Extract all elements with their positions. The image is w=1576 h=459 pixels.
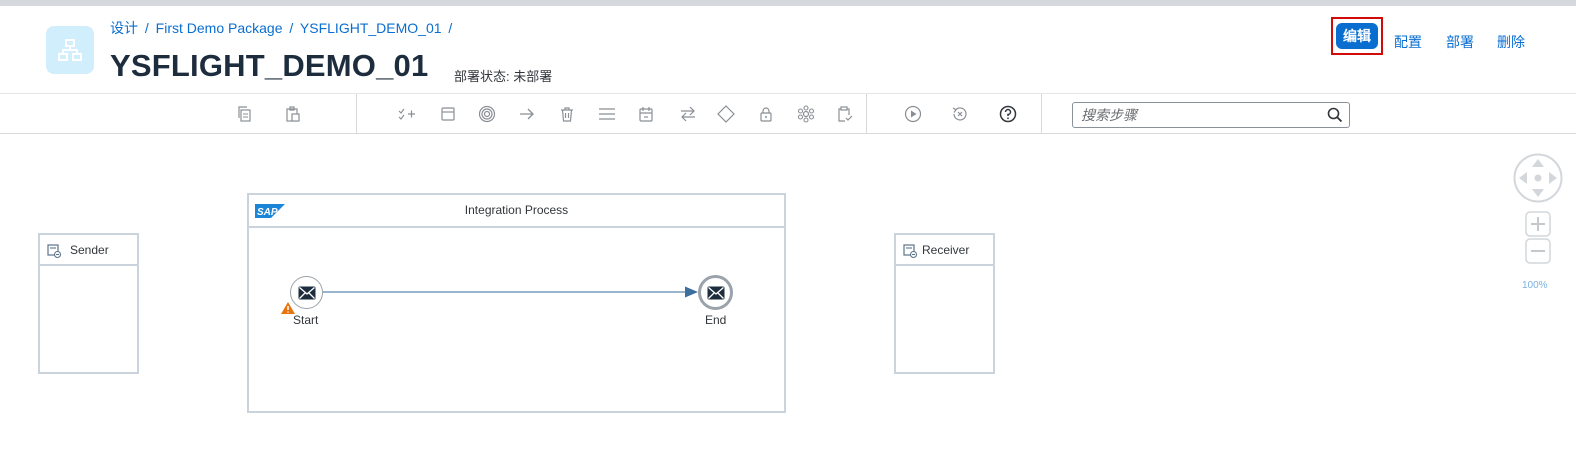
pan-control[interactable] [1513, 153, 1563, 208]
participant-icon [902, 243, 918, 262]
breadcrumb-separator: / [144, 20, 149, 36]
sender-participant[interactable]: Sender [38, 233, 139, 374]
start-label: Start [293, 313, 319, 327]
breadcrumb-separator: / [448, 20, 453, 36]
participant-header: Receiver [896, 235, 993, 266]
header: 设计 / First Demo Package / YSFLIGHT_DEMO_… [0, 6, 1576, 92]
arrow-right-icon[interactable] [517, 104, 537, 124]
zoom-out-button[interactable] [1525, 238, 1551, 269]
delete-button[interactable]: 删除 [1497, 32, 1525, 52]
breadcrumb-separator: / [289, 20, 294, 36]
deploy-button[interactable]: 部署 [1446, 32, 1474, 52]
edit-button[interactable]: 编辑 [1336, 23, 1378, 49]
integration-process-pool[interactable]: SAP Integration Process Start End [247, 193, 786, 413]
zoom-level: 100% [1522, 280, 1548, 291]
page-title: YSFLIGHT_DEMO_01 [110, 48, 429, 83]
minus-icon [1525, 238, 1551, 264]
clipboard-check-icon[interactable] [835, 104, 855, 124]
edit-button-highlight: 编辑 [1331, 17, 1383, 55]
toolbar [0, 93, 1576, 134]
receiver-label: Receiver [922, 243, 970, 257]
receiver-participant[interactable]: Receiver [894, 233, 995, 374]
diagram-canvas[interactable]: Sender SAP Integration Process Start End… [0, 135, 1576, 459]
deployment-status: 部署状态: 未部署 [454, 69, 553, 84]
toolbar-separator [356, 94, 357, 134]
end-event[interactable] [698, 275, 733, 310]
panel-icon[interactable] [438, 104, 458, 124]
plus-icon [1525, 211, 1551, 237]
breadcrumb-link-design[interactable]: 设计 [110, 20, 138, 36]
swap-icon[interactable] [678, 104, 698, 124]
end-label: End [705, 313, 727, 327]
sender-label: Sender [70, 243, 109, 257]
participant-icon [46, 243, 62, 262]
undo-icon[interactable] [950, 104, 970, 124]
target-icon[interactable] [477, 104, 497, 124]
search-input[interactable] [1081, 106, 1321, 124]
help-icon[interactable] [998, 104, 1018, 124]
message-icon [298, 286, 315, 299]
toolbar-separator [1041, 94, 1042, 134]
toolbar-separator [866, 94, 867, 134]
breadcrumb-link-artifact[interactable]: YSFLIGHT_DEMO_01 [300, 20, 442, 36]
diamond-icon[interactable] [716, 104, 736, 124]
message-icon [707, 286, 724, 299]
cube-icon[interactable] [796, 104, 816, 124]
search-icon[interactable] [1327, 107, 1343, 128]
menu-icon[interactable] [597, 104, 617, 124]
trash-icon[interactable] [557, 104, 577, 124]
lock-icon[interactable] [756, 104, 776, 124]
configure-button[interactable]: 配置 [1394, 32, 1422, 52]
check-add-icon[interactable] [397, 104, 417, 124]
copy-icon[interactable] [235, 104, 255, 124]
breadcrumb: 设计 / First Demo Package / YSFLIGHT_DEMO_… [110, 18, 455, 38]
participant-header: Sender [40, 235, 137, 266]
breadcrumb-link-package[interactable]: First Demo Package [156, 20, 283, 36]
paste-icon[interactable] [283, 104, 303, 124]
search-steps-field[interactable] [1072, 102, 1350, 128]
play-icon[interactable] [903, 104, 923, 124]
calendar-icon[interactable] [636, 104, 656, 124]
integration-flow-icon [46, 26, 94, 74]
